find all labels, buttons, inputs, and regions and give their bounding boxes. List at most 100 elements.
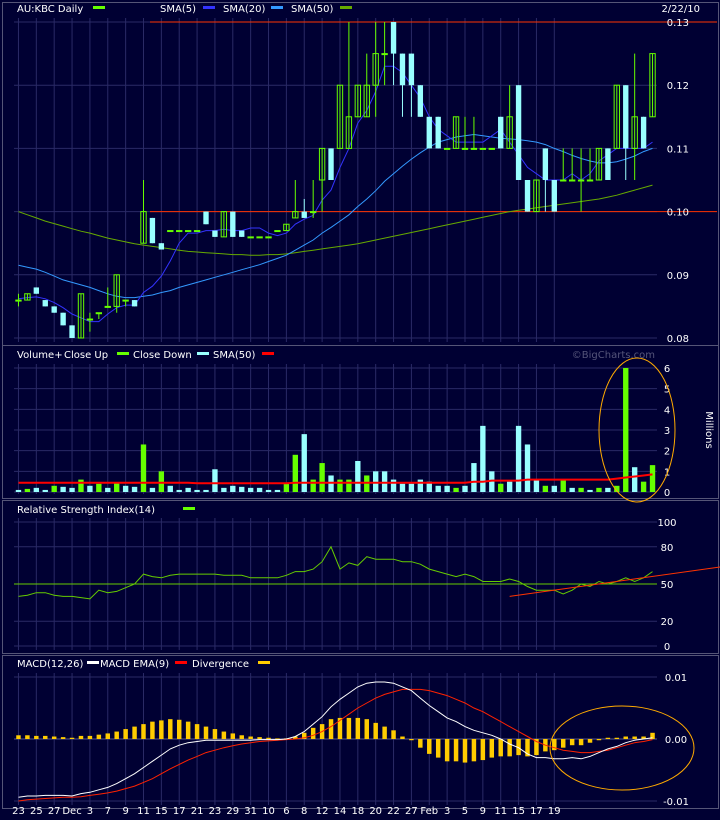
volume-bar <box>462 485 468 492</box>
candle-up <box>176 230 183 233</box>
macd-histogram-bar <box>480 739 486 761</box>
legend-close-up: Close Up <box>64 350 108 361</box>
volume-bar <box>256 487 263 492</box>
volume-bar <box>122 485 129 492</box>
macd-tick-label: 0.00 <box>665 735 687 746</box>
volume-bar <box>408 483 415 492</box>
volume-bar <box>114 482 120 492</box>
volume-bar <box>24 488 31 492</box>
volume-bar <box>381 471 388 492</box>
volume-bar <box>149 487 156 492</box>
volume-bar <box>569 487 575 492</box>
macd-histogram-bar <box>60 737 66 739</box>
macd-histogram-bar <box>328 719 334 739</box>
macd-histogram-bar <box>159 720 164 739</box>
macd-histogram-bar <box>123 729 128 739</box>
stock-chart: AU:KBC Daily SMA(5) SMA(20) SMA(50) 2/22… <box>2 2 720 817</box>
price-title: AU:KBC Daily <box>17 4 83 15</box>
macd-histogram-bar <box>569 739 575 746</box>
price-y-axis: 0.13 0.12 0.11 0.10 0.09 0.08 <box>667 18 689 345</box>
volume-tick-label: 0 <box>664 488 670 499</box>
macd-histogram-bar <box>560 739 566 748</box>
rsi-title-swatch <box>183 507 195 510</box>
macd-histogram-bar <box>632 736 637 739</box>
x-tick-label: 15 <box>512 806 525 817</box>
legend-divergence: Divergence <box>192 659 249 670</box>
candle-down <box>212 230 218 237</box>
candle-down <box>390 22 397 54</box>
rsi-trendline <box>509 566 720 597</box>
volume-bar <box>355 461 361 492</box>
macd-histogram-bar <box>418 739 423 748</box>
macd-histogram-bar <box>16 735 21 739</box>
macd-histogram-bar <box>507 739 512 757</box>
volume-bar <box>15 489 22 492</box>
legend-sma50: SMA(50) <box>291 4 333 15</box>
x-tick-label: 27 <box>405 806 418 817</box>
x-tick-label: 9 <box>480 806 486 817</box>
macd-histogram-bar <box>141 724 146 739</box>
x-tick-label: 23 <box>209 806 222 817</box>
candle-down <box>498 116 504 149</box>
macd-histogram-bar <box>382 726 387 739</box>
macd-histogram-bar <box>435 739 441 758</box>
candle-down <box>524 180 531 212</box>
candle-down <box>623 85 629 149</box>
legend-macd-ema: MACD EMA(9) <box>100 659 169 670</box>
candle-down <box>60 312 66 326</box>
x-tick-label: 11 <box>137 806 150 817</box>
candle-down <box>230 211 236 237</box>
macd-histogram-bar <box>257 737 262 739</box>
macd-histogram-bar <box>266 737 271 739</box>
volume-bar <box>319 463 325 492</box>
x-tick-label: 31 <box>244 806 257 817</box>
candle-down <box>301 211 307 218</box>
volume-bar <box>399 483 406 492</box>
candle-up <box>265 236 272 239</box>
volume-bar <box>158 471 165 492</box>
candle-up <box>86 318 94 321</box>
candle-down <box>542 148 549 180</box>
macd-highlight-circle <box>549 705 695 791</box>
volume-bar <box>221 487 227 492</box>
macd-histogram-bar <box>25 735 30 739</box>
x-tick-label: 20 <box>369 806 382 817</box>
volume-ylabel: Millions <box>703 411 714 448</box>
price-candles <box>15 21 717 339</box>
candle-up <box>381 53 388 56</box>
volume-header: Volume+ Close Up Close Down SMA(50) ©Big… <box>17 350 714 449</box>
volume-bar <box>60 486 66 492</box>
volume-bar <box>524 444 531 492</box>
volume-bar <box>96 483 102 492</box>
price-tick-label: 0.10 <box>667 208 689 219</box>
candle-down <box>399 53 406 86</box>
volume-bar <box>515 425 522 492</box>
x-tick-label: 17 <box>173 806 186 817</box>
volume-bar <box>542 485 549 492</box>
volume-bar <box>551 485 557 492</box>
legend-divergence-swatch <box>258 661 270 664</box>
volume-bar <box>640 481 647 492</box>
macd-histogram-bar <box>230 733 236 739</box>
panel-frame <box>2 655 719 809</box>
candle-down <box>51 306 57 313</box>
candle-down <box>131 300 138 307</box>
x-tick-label: 3 <box>444 806 450 817</box>
macd-histogram-bar <box>78 735 84 739</box>
volume-bar <box>203 489 209 492</box>
volume-bar <box>212 469 218 492</box>
price-tick-label: 0.12 <box>667 81 689 92</box>
legend-sma20: SMA(20) <box>223 4 265 15</box>
candle-up <box>167 230 174 233</box>
legend-sma5: SMA(5) <box>160 4 196 15</box>
macd-histogram-bar <box>239 735 244 739</box>
candle-up <box>577 179 585 182</box>
macd-histogram-bar <box>444 739 450 762</box>
x-tick-label: 6 <box>283 806 289 817</box>
x-tick-label: 17 <box>530 806 543 817</box>
candle-up <box>256 236 263 239</box>
volume-bar <box>587 489 593 492</box>
candle-up <box>193 230 201 233</box>
macd-line <box>18 681 653 798</box>
legend-close-up-swatch <box>117 352 129 355</box>
